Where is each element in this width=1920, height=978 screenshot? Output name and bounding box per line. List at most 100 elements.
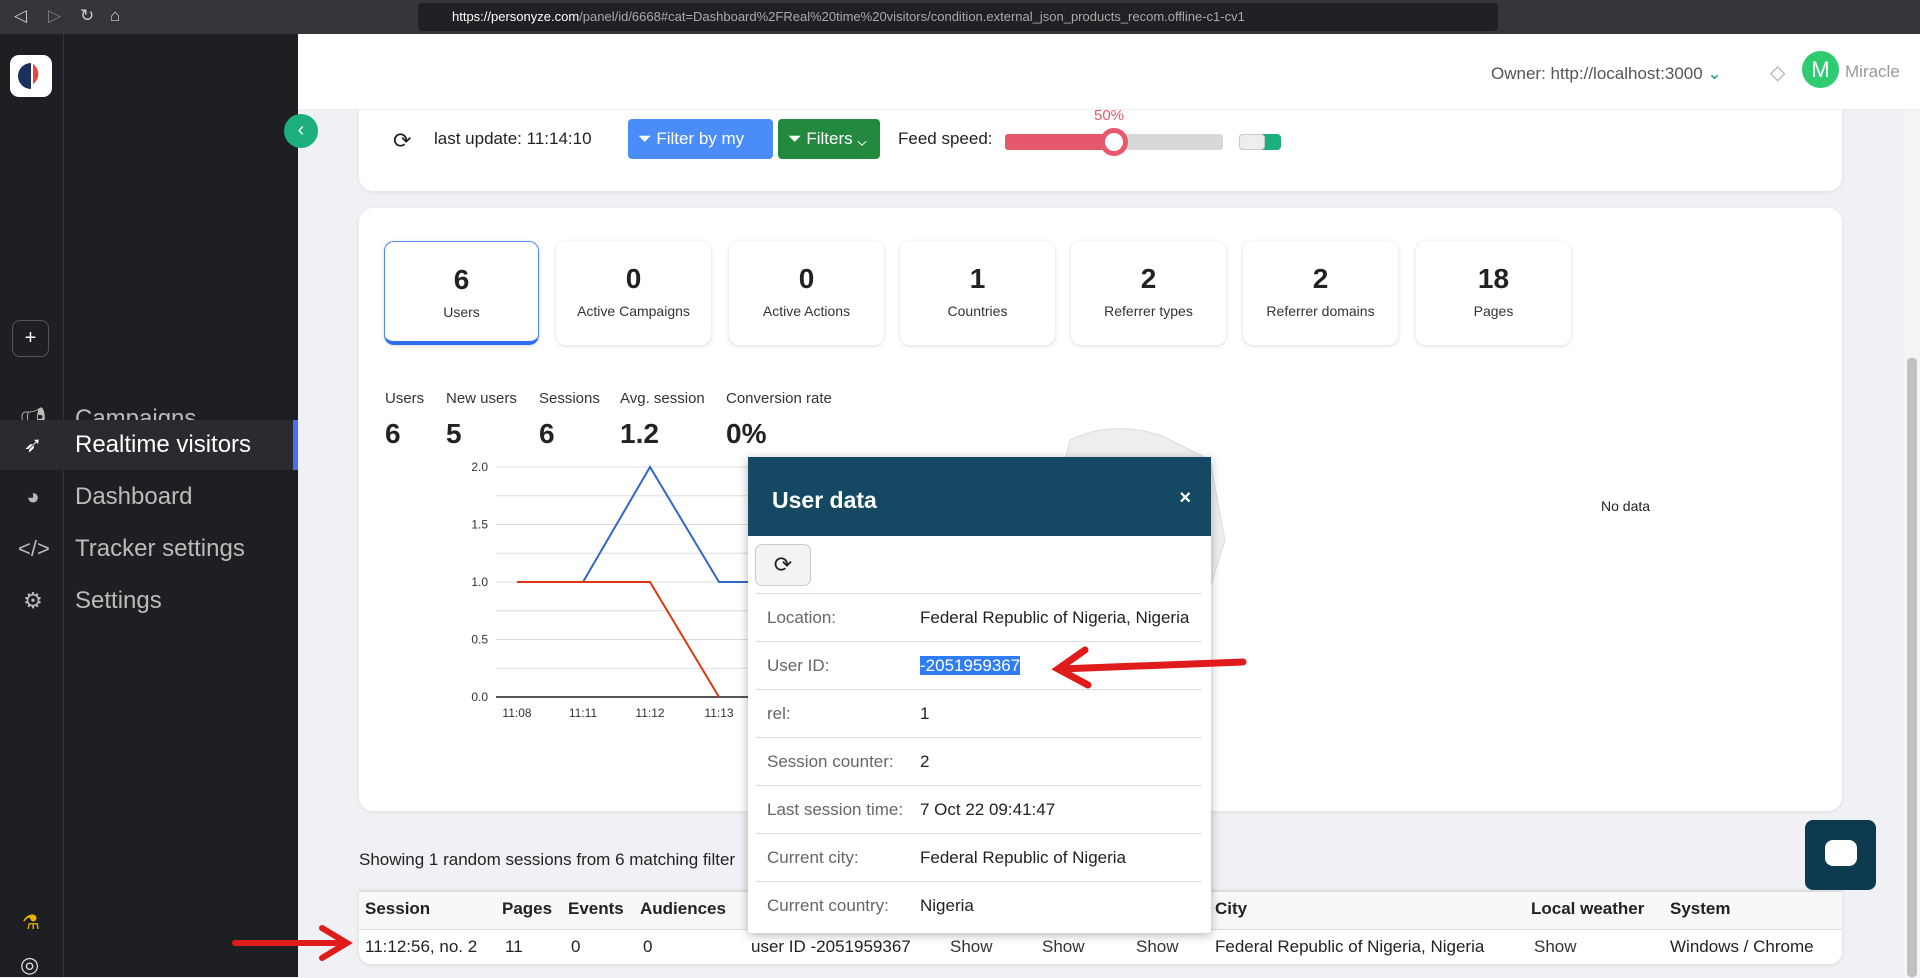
stat-tile[interactable]: 1Countries bbox=[900, 241, 1055, 345]
scrollbar[interactable] bbox=[1904, 110, 1920, 977]
row-value: 7 Oct 22 09:41:47 bbox=[920, 786, 1055, 834]
lifebuoy-icon[interactable]: ◎ bbox=[20, 952, 39, 978]
filter-by-ip-button[interactable]: ⏷ Filter by my IP bbox=[628, 119, 773, 159]
url-path: /panel/id/6668#cat=Dashboard%2FReal%20ti… bbox=[579, 9, 1245, 24]
refresh-icon[interactable]: ⟳ bbox=[393, 128, 411, 154]
scrollbar-thumb[interactable] bbox=[1907, 358, 1917, 977]
sidebar-item-realtime-visitors[interactable]: ➶ Realtime visitors bbox=[0, 420, 298, 470]
show-link[interactable]: Show bbox=[1136, 937, 1179, 957]
col-session[interactable]: Session bbox=[365, 899, 430, 919]
last-update: last update: 11:14:10 bbox=[434, 129, 592, 149]
y-tick-label: 1.0 bbox=[471, 575, 488, 589]
stat-value: 0 bbox=[556, 263, 711, 295]
logo[interactable] bbox=[10, 55, 52, 97]
cell-system: Windows / Chrome bbox=[1670, 937, 1814, 957]
col-audiences[interactable]: Audiences bbox=[640, 899, 726, 919]
collapse-sidebar-button[interactable]: ‹ bbox=[284, 114, 318, 148]
show-link[interactable]: Show bbox=[1042, 937, 1085, 957]
map-no-data: No data bbox=[1601, 498, 1650, 514]
filters-button[interactable]: ⏷ Filters ⌄ bbox=[778, 119, 880, 159]
row-value-text: 7 Oct 22 09:41:47 bbox=[920, 800, 1055, 819]
code-icon: </> bbox=[18, 524, 48, 574]
user-name[interactable]: Miracle bbox=[1845, 62, 1900, 82]
sidebar-item-label: Dashboard bbox=[75, 472, 192, 522]
feed-toggle[interactable] bbox=[1239, 134, 1281, 150]
col-city[interactable]: City bbox=[1215, 899, 1247, 919]
y-tick-label: 1.5 bbox=[471, 518, 488, 532]
gears-icon: ⚙ bbox=[18, 576, 48, 626]
home-icon[interactable]: ⌂ bbox=[110, 6, 120, 26]
stat-value: 1 bbox=[900, 263, 1055, 295]
stat-tile[interactable]: 2Referrer types bbox=[1071, 241, 1226, 345]
row-value-text: Federal Republic of Nigeria bbox=[920, 848, 1126, 867]
filter-icon: ⏷ bbox=[638, 129, 656, 148]
user-data-row: User ID: -2051959367 bbox=[755, 641, 1202, 689]
modal-header: User data× bbox=[748, 457, 1211, 536]
row-key: Last session time: bbox=[767, 786, 903, 834]
sidebar-item-tracker-settings[interactable]: </> Tracker settings bbox=[0, 524, 298, 574]
gauge-icon: ◕ bbox=[18, 472, 48, 522]
chevron-down-icon: ⌄ bbox=[1707, 64, 1721, 83]
back-icon[interactable]: ◁ bbox=[14, 6, 27, 26]
row-value-text[interactable]: -2051959367 bbox=[920, 656, 1020, 675]
stat-tile[interactable]: 6Users bbox=[384, 241, 539, 345]
sidebar-item-settings[interactable]: ⚙Settings bbox=[0, 576, 298, 626]
stat-tile[interactable]: 18Pages bbox=[1416, 241, 1571, 345]
url-bar[interactable]: https://personyze.com/panel/id/6668#cat=… bbox=[418, 3, 1498, 31]
row-value: Federal Republic of Nigeria, Nigeria bbox=[920, 594, 1189, 642]
user-data-row: Current country:Nigeria bbox=[755, 881, 1202, 929]
sidebar-item-dashboard[interactable]: ◕ Dashboard bbox=[0, 472, 298, 522]
col-local-weather[interactable]: Local weather bbox=[1531, 899, 1644, 919]
rocket-icon: ➶ bbox=[18, 420, 48, 470]
show-link[interactable]: Show bbox=[950, 937, 993, 957]
cell-user[interactable]: user ID -2051959367 bbox=[751, 937, 911, 957]
stat-label: Referrer types bbox=[1071, 303, 1226, 319]
owner-select[interactable]: Owner: http://localhost:3000 ⌄ bbox=[1491, 64, 1722, 84]
forward-icon[interactable]: ▷ bbox=[48, 6, 61, 26]
stat-tile[interactable]: 0Active Campaigns bbox=[556, 241, 711, 345]
browser-toolbar: ◁ ▷ ↻ ⌂ https://personyze.com/panel/id/6… bbox=[0, 0, 1920, 34]
col-system[interactable]: System bbox=[1670, 899, 1730, 919]
sidebar-item-label: Realtime visitors bbox=[75, 420, 251, 470]
avatar[interactable]: M bbox=[1802, 51, 1839, 88]
y-tick-label: 0.5 bbox=[471, 633, 488, 647]
user-data-row: Session counter:2 bbox=[755, 737, 1202, 785]
feed-speed-slider[interactable] bbox=[1005, 134, 1223, 150]
metric-label: Sessions bbox=[539, 390, 600, 407]
col-pages[interactable]: Pages bbox=[502, 899, 552, 919]
weather-show-link[interactable]: Show bbox=[1534, 937, 1577, 957]
metric-label: New users bbox=[446, 390, 517, 407]
chat-button[interactable] bbox=[1805, 820, 1876, 890]
chat-bubble-icon bbox=[1825, 840, 1857, 866]
url-host: https://personyze.com bbox=[452, 9, 579, 24]
row-value-text: Nigeria bbox=[920, 896, 974, 915]
user-data-row: rel:1 bbox=[755, 689, 1202, 737]
row-value: Nigeria bbox=[920, 882, 974, 930]
metric-label: Conversion rate bbox=[726, 390, 832, 407]
add-button[interactable]: + bbox=[12, 320, 49, 357]
refresh-icon: ⟳ bbox=[774, 552, 792, 577]
row-value: 1 bbox=[920, 690, 929, 738]
close-icon[interactable]: × bbox=[1179, 487, 1191, 510]
stat-label: Pages bbox=[1416, 303, 1571, 319]
sessions-summary: Showing 1 random sessions from 6 matchin… bbox=[359, 850, 735, 870]
slider-fill bbox=[1005, 134, 1114, 150]
row-key: Current city: bbox=[767, 834, 859, 882]
stat-value: 2 bbox=[1243, 263, 1398, 295]
slider-handle[interactable] bbox=[1100, 128, 1128, 156]
stat-tile[interactable]: 0Active Actions bbox=[729, 241, 884, 345]
cell-session[interactable]: 11:12:56, no. 2 bbox=[365, 937, 477, 957]
x-tick-label: 11:13 bbox=[704, 706, 733, 720]
flask-icon[interactable]: ⚗ bbox=[22, 910, 40, 935]
row-key: Session counter: bbox=[767, 738, 894, 786]
stat-tile[interactable]: 2Referrer domains bbox=[1243, 241, 1398, 345]
diamond-icon[interactable]: ◇ bbox=[1770, 60, 1785, 85]
user-data-row: Last session time: 7 Oct 22 09:41:47 bbox=[755, 785, 1202, 833]
sidebar-item-label: Tracker settings bbox=[75, 524, 245, 574]
row-key: User ID: bbox=[767, 642, 829, 690]
modal-refresh-button[interactable]: ⟳ bbox=[755, 544, 811, 586]
toggle-knob bbox=[1239, 134, 1265, 150]
reload-icon[interactable]: ↻ bbox=[80, 6, 94, 26]
col-events[interactable]: Events bbox=[568, 899, 624, 919]
filter-icon: ⏷ bbox=[788, 129, 806, 148]
